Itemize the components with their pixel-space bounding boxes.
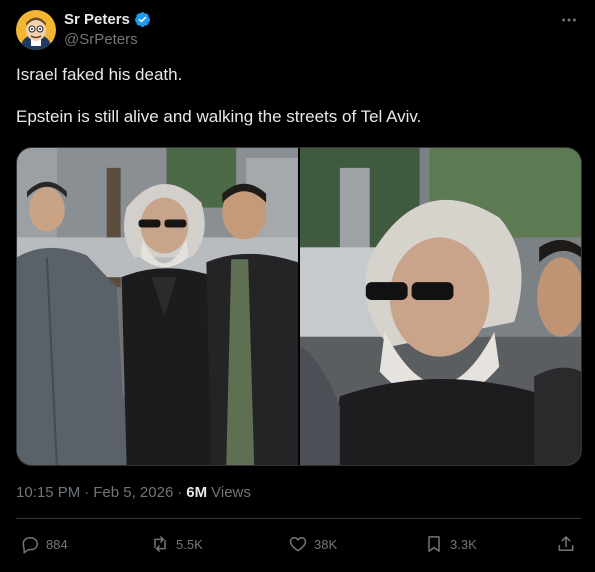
more-options-button[interactable] (559, 10, 579, 30)
views-label: Views (211, 484, 251, 501)
street-photo-closeup-image (300, 148, 581, 465)
more-dots-icon (562, 18, 576, 22)
tweet-line-1: Israel faked his death. (16, 65, 183, 84)
cartoon-avatar-icon (16, 10, 56, 50)
verified-badge-icon[interactable] (134, 11, 151, 28)
divider (16, 518, 581, 519)
reply-button[interactable]: 884 (20, 530, 68, 558)
like-count: 38K (314, 536, 338, 552)
bookmark-count: 3.3K (450, 536, 477, 552)
repost-icon (154, 536, 166, 552)
tweet-card: Sr Peters @SrPeters Israel faked his dea… (0, 0, 595, 572)
reply-icon (22, 537, 38, 554)
display-name[interactable]: Sr Peters (64, 11, 130, 28)
share-icon (558, 536, 574, 551)
repost-count: 5.5K (176, 536, 203, 552)
handle[interactable]: @SrPeters (64, 31, 151, 48)
like-button[interactable]: 38K (288, 530, 337, 558)
tweet-line-2: Epstein is still alive and walking the s… (16, 107, 422, 126)
photo-1[interactable] (17, 148, 298, 465)
name-row: Sr Peters (64, 10, 151, 28)
views-count: 6M (186, 484, 208, 501)
author-block: Sr Peters @SrPeters (64, 10, 151, 48)
avatar[interactable] (16, 10, 56, 50)
street-photo-group-image (17, 148, 298, 465)
heart-icon (289, 537, 307, 552)
meta-separator: · (177, 484, 183, 501)
repost-button[interactable]: 5.5K (150, 530, 203, 558)
bookmark-icon (428, 536, 440, 552)
bookmark-button[interactable]: 3.3K (424, 530, 477, 558)
tweet-time[interactable]: 10:15 PM (16, 484, 80, 501)
tweet-meta: 10:15 PM · Feb 5, 2026 · 6M Views (16, 484, 251, 501)
photo-2[interactable] (300, 148, 581, 465)
share-button[interactable] (556, 530, 576, 558)
meta-separator: · (84, 484, 90, 501)
tweet-date[interactable]: Feb 5, 2026 (93, 484, 173, 501)
tweet-text: Israel faked his death. Epstein is still… (16, 64, 576, 128)
reply-count: 884 (46, 536, 68, 552)
action-bar: 884 5.5K 38K 3.3K (16, 530, 581, 558)
media-grid (16, 147, 582, 466)
